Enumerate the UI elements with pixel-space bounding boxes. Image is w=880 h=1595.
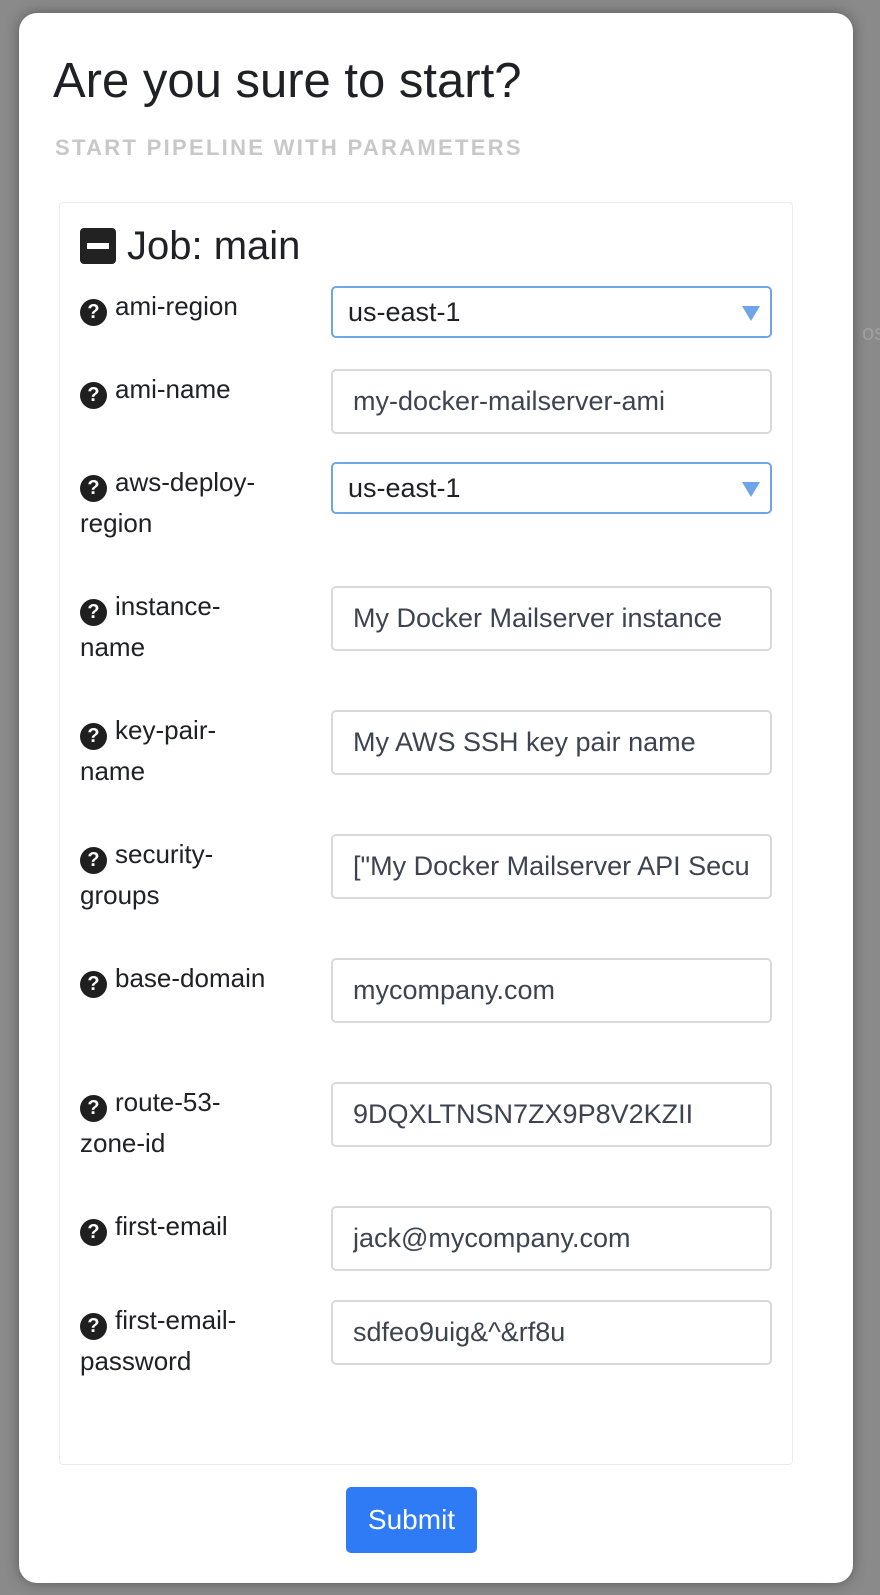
job-header: Job: main bbox=[80, 223, 300, 269]
param-label-text: first-email-password bbox=[80, 1305, 237, 1376]
aws-deploy-region-select[interactable]: us-east-1 bbox=[331, 462, 772, 514]
instance-name-input[interactable] bbox=[331, 586, 772, 651]
param-label-text: aws-deploy-region bbox=[80, 467, 256, 538]
submit-button[interactable]: Submit bbox=[346, 1487, 477, 1553]
param-label-key-pair-name: ? key-pair-name bbox=[80, 710, 280, 792]
first-email-input[interactable] bbox=[331, 1206, 772, 1271]
param-label-ami-region: ? ami-region bbox=[80, 286, 280, 327]
ami-name-input[interactable] bbox=[331, 369, 772, 434]
question-circle-icon[interactable]: ? bbox=[80, 971, 107, 998]
dialog-title: Are you sure to start? bbox=[53, 54, 522, 108]
base-domain-input[interactable] bbox=[331, 958, 772, 1023]
question-circle-icon[interactable]: ? bbox=[80, 382, 107, 409]
minus-square-icon[interactable] bbox=[80, 228, 116, 264]
param-label-first-email: ? first-email bbox=[80, 1206, 280, 1247]
question-circle-icon[interactable]: ? bbox=[80, 299, 107, 326]
question-circle-icon[interactable]: ? bbox=[80, 1095, 107, 1122]
param-label-instance-name: ? instance-name bbox=[80, 586, 280, 668]
question-circle-icon[interactable]: ? bbox=[80, 847, 107, 874]
security-groups-input[interactable] bbox=[331, 834, 772, 899]
key-pair-name-input[interactable] bbox=[331, 710, 772, 775]
ami-region-selected-value: us-east-1 bbox=[348, 296, 461, 327]
dialog-subtitle: START PIPELINE WITH PARAMETERS bbox=[55, 135, 523, 160]
param-label-text: first-email bbox=[115, 1211, 228, 1241]
aws-deploy-region-selected-value: us-east-1 bbox=[348, 472, 461, 503]
caret-down-icon bbox=[742, 306, 760, 321]
job-title: Job: main bbox=[127, 223, 301, 268]
question-circle-icon[interactable]: ? bbox=[80, 475, 107, 502]
confirm-start-dialog: Are you sure to start? START PIPELINE WI… bbox=[19, 13, 853, 1583]
question-circle-icon[interactable]: ? bbox=[80, 723, 107, 750]
backdrop-text: os bbox=[862, 320, 880, 345]
param-label-first-email-password: ? first-email-password bbox=[80, 1300, 280, 1382]
ami-region-select[interactable]: us-east-1 bbox=[331, 286, 772, 338]
question-circle-icon[interactable]: ? bbox=[80, 1219, 107, 1246]
param-label-route-53-zone-id: ? route-53-zone-id bbox=[80, 1082, 280, 1164]
first-email-password-input[interactable] bbox=[331, 1300, 772, 1365]
param-label-ami-name: ? ami-name bbox=[80, 369, 280, 410]
param-label-security-groups: ? security-groups bbox=[80, 834, 280, 916]
param-label-text: ami-name bbox=[115, 374, 231, 404]
question-circle-icon[interactable]: ? bbox=[80, 599, 107, 626]
param-label-base-domain: ? base-domain bbox=[80, 958, 280, 999]
route-53-zone-id-input[interactable] bbox=[331, 1082, 772, 1147]
job-panel: Job: main ? ami-region us-east-1 ? ami-nam… bbox=[59, 202, 793, 1465]
param-label-text: ami-region bbox=[115, 291, 238, 321]
question-circle-icon[interactable]: ? bbox=[80, 1313, 107, 1340]
param-label-aws-deploy-region: ? aws-deploy-region bbox=[80, 462, 280, 544]
caret-down-icon bbox=[742, 482, 760, 497]
param-label-text: base-domain bbox=[115, 963, 266, 993]
